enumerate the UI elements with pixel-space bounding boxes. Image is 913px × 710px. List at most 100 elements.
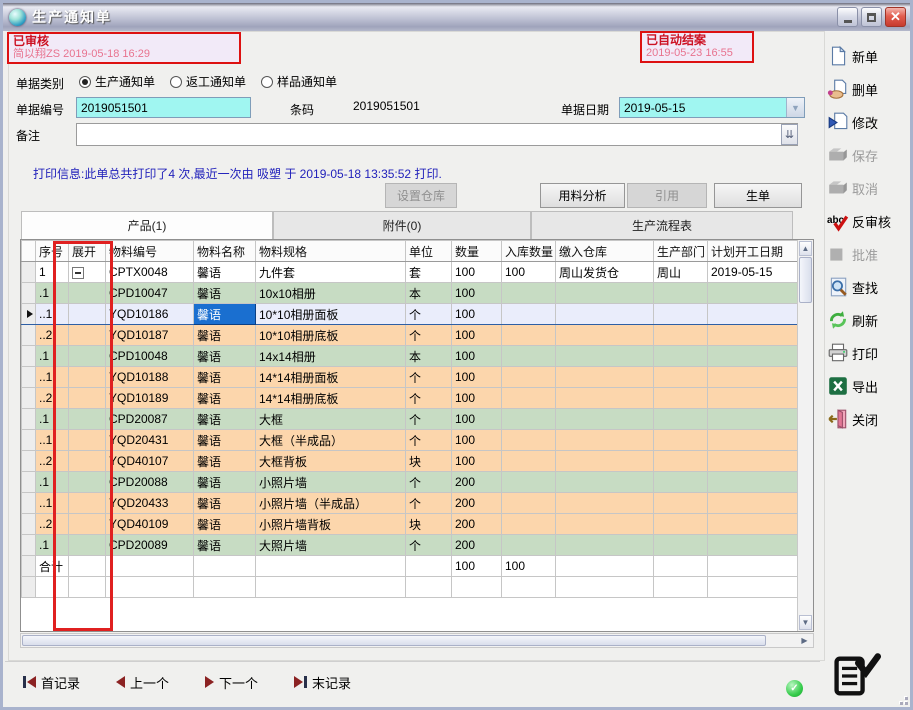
cell[interactable]: 100 bbox=[452, 367, 502, 388]
cell[interactable]: 馨语 bbox=[194, 472, 256, 493]
cell[interactable] bbox=[654, 346, 708, 367]
table-row[interactable]: .1CPD20087馨语大框个100 bbox=[22, 409, 798, 430]
cell[interactable] bbox=[556, 430, 654, 451]
cell[interactable]: YQD40107 bbox=[106, 451, 194, 472]
cell[interactable] bbox=[556, 493, 654, 514]
cell[interactable] bbox=[556, 325, 654, 346]
cell[interactable] bbox=[502, 388, 556, 409]
table-row[interactable]: ..1YQD20431馨语大框（半成品）个100 bbox=[22, 430, 798, 451]
nav-last-record[interactable]: 末记录 bbox=[294, 673, 351, 692]
cell[interactable]: 馨语 bbox=[194, 493, 256, 514]
cell[interactable] bbox=[708, 283, 798, 304]
cell[interactable]: 本 bbox=[406, 283, 452, 304]
cell[interactable] bbox=[708, 409, 798, 430]
cell[interactable] bbox=[69, 472, 106, 493]
scroll-up-icon[interactable]: ▲ bbox=[799, 241, 812, 256]
cell[interactable] bbox=[69, 304, 106, 325]
cell[interactable]: 100 bbox=[452, 325, 502, 346]
column-header[interactable]: 物料规格 bbox=[256, 241, 406, 262]
vscroll-thumb[interactable] bbox=[799, 257, 812, 303]
cell[interactable]: 大框（半成品） bbox=[256, 430, 406, 451]
cell[interactable] bbox=[654, 451, 708, 472]
cell[interactable] bbox=[502, 304, 556, 325]
cell[interactable]: CPD10047 bbox=[106, 283, 194, 304]
cell[interactable] bbox=[654, 514, 708, 535]
chevron-down-icon[interactable]: ▼ bbox=[786, 98, 804, 117]
cell[interactable] bbox=[69, 451, 106, 472]
cell[interactable] bbox=[708, 346, 798, 367]
cell[interactable]: 块 bbox=[406, 451, 452, 472]
cell[interactable]: ..1 bbox=[36, 493, 69, 514]
cell[interactable] bbox=[556, 388, 654, 409]
cell[interactable] bbox=[708, 451, 798, 472]
cell[interactable]: .1 bbox=[36, 409, 69, 430]
cell[interactable] bbox=[708, 493, 798, 514]
sidebar-button-edit-doc[interactable]: 修改 bbox=[827, 109, 913, 135]
cell[interactable]: 大照片墙 bbox=[256, 535, 406, 556]
cell[interactable]: YQD10189 bbox=[106, 388, 194, 409]
cell[interactable]: 小照片墙背板 bbox=[256, 514, 406, 535]
cell[interactable]: YQD40109 bbox=[106, 514, 194, 535]
sidebar-button-print[interactable]: 打印 bbox=[827, 340, 913, 366]
cell[interactable]: 馨语 bbox=[194, 430, 256, 451]
table-row[interactable]: ..2YQD40107馨语大框背板块100 bbox=[22, 451, 798, 472]
cell[interactable] bbox=[69, 346, 106, 367]
cell[interactable]: 100 bbox=[452, 430, 502, 451]
cell[interactable]: .1 bbox=[36, 535, 69, 556]
column-header[interactable]: 展开 bbox=[69, 241, 106, 262]
sidebar-button-refresh[interactable]: 刷新 bbox=[827, 307, 913, 333]
cell[interactable]: 100 bbox=[452, 388, 502, 409]
cell[interactable]: 块 bbox=[406, 514, 452, 535]
cell[interactable]: CPTX0048 bbox=[106, 262, 194, 283]
cell[interactable] bbox=[502, 430, 556, 451]
table-row[interactable]: 1CPTX0048馨语九件套套100100周山发货仓周山2019-05-15 bbox=[22, 262, 798, 283]
cell[interactable]: 个 bbox=[406, 430, 452, 451]
cell[interactable] bbox=[502, 451, 556, 472]
cell[interactable]: 馨语 bbox=[194, 283, 256, 304]
column-header[interactable]: 数量 bbox=[452, 241, 502, 262]
cell[interactable]: 个 bbox=[406, 388, 452, 409]
cell[interactable] bbox=[556, 367, 654, 388]
cell[interactable]: 馨语 bbox=[194, 535, 256, 556]
sidebar-button-save[interactable]: 保存 bbox=[827, 142, 913, 168]
cell[interactable]: ..2 bbox=[36, 325, 69, 346]
cell[interactable]: YQD10187 bbox=[106, 325, 194, 346]
cell[interactable]: 100 bbox=[452, 409, 502, 430]
cell[interactable] bbox=[654, 304, 708, 325]
cell[interactable]: 个 bbox=[406, 325, 452, 346]
cell[interactable]: 个 bbox=[406, 472, 452, 493]
cell[interactable]: 14x14相册 bbox=[256, 346, 406, 367]
cell[interactable] bbox=[502, 493, 556, 514]
cell[interactable]: 1 bbox=[36, 262, 69, 283]
cell[interactable] bbox=[556, 283, 654, 304]
cell[interactable] bbox=[708, 472, 798, 493]
hscroll-thumb[interactable] bbox=[22, 635, 766, 646]
scroll-right-icon[interactable]: ▶ bbox=[797, 635, 812, 646]
cell[interactable] bbox=[502, 472, 556, 493]
cell[interactable] bbox=[502, 409, 556, 430]
tab-1[interactable]: 产品(1) bbox=[21, 211, 273, 239]
cell[interactable] bbox=[556, 451, 654, 472]
cell[interactable]: CPD20088 bbox=[106, 472, 194, 493]
cell[interactable]: CPD10048 bbox=[106, 346, 194, 367]
cell[interactable] bbox=[556, 514, 654, 535]
sidebar-button-delete-doc[interactable]: 删单 bbox=[827, 76, 913, 102]
cell[interactable]: 14*14相册面板 bbox=[256, 367, 406, 388]
cell[interactable] bbox=[69, 388, 106, 409]
cell[interactable]: 小照片墙（半成品） bbox=[256, 493, 406, 514]
table-row[interactable]: ..2YQD40109馨语小照片墙背板块200 bbox=[22, 514, 798, 535]
cell[interactable] bbox=[69, 367, 106, 388]
table-row[interactable]: .1CPD20089馨语大照片墙个200 bbox=[22, 535, 798, 556]
cell[interactable] bbox=[654, 472, 708, 493]
column-header[interactable]: 物料名称 bbox=[194, 241, 256, 262]
cell[interactable] bbox=[502, 283, 556, 304]
nav-first-record[interactable]: 首记录 bbox=[23, 673, 80, 692]
cell[interactable]: .1 bbox=[36, 283, 69, 304]
cell[interactable]: 馨语 bbox=[194, 514, 256, 535]
cell[interactable]: 馨语 bbox=[194, 409, 256, 430]
cell[interactable] bbox=[69, 325, 106, 346]
cell[interactable] bbox=[502, 346, 556, 367]
cell[interactable]: 本 bbox=[406, 346, 452, 367]
cell[interactable] bbox=[69, 409, 106, 430]
cell[interactable] bbox=[708, 388, 798, 409]
